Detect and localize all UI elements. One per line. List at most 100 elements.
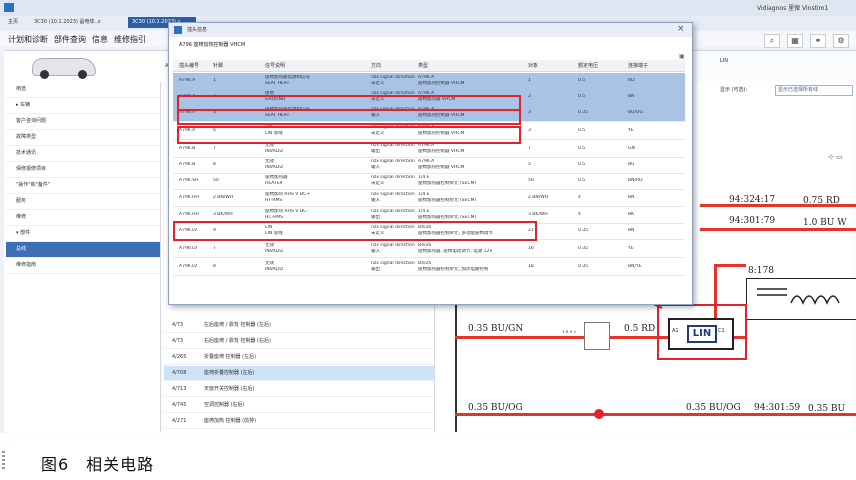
table-cell: 16 — [528, 246, 534, 251]
pin-info-dialog: 插头信息 × A796 座椅加热控制器 VHCM ▣ 插头编号 针脚 信号说明 方向类… — [168, 22, 693, 305]
wire-label: 0.75 RD — [803, 196, 840, 206]
table-cell: BN — [628, 94, 635, 99]
table-row[interactable]: A796.LV 7 无效 INVALID nzx signal direction 输入 B… — [173, 241, 685, 258]
wire-label: 0.35 BU — [808, 404, 846, 414]
right-top-label: LIN — [720, 58, 729, 64]
table-row[interactable]: A796.HH 2 BN/WH 座椅加热 RHS V DC+ HT-RMS nzx si… — [173, 190, 685, 207]
screenshot-area: Vidiagnos 里保 Vinstim1 主页 3C30 (10.1.2023… — [0, 0, 856, 433]
wire-label: 8:178 — [748, 266, 774, 276]
table-cell: 0.5 — [578, 128, 586, 133]
pin-a-label: A1 — [672, 328, 679, 334]
table-row[interactable]: A796.SH 50 座椅加热器 HEATER nzx signal direction… — [173, 173, 685, 190]
list-item[interactable]: 4/708 座椅折叠控制器 (左后) — [164, 366, 434, 381]
column-header[interactable]: 插头编号 — [179, 62, 199, 69]
table-cell: 2 — [528, 94, 531, 99]
column-header[interactable]: 连接端子 — [628, 62, 648, 69]
wire-label: 94:301:59 — [754, 403, 801, 413]
table-cell: 7 — [528, 146, 531, 151]
dialog-subtitle: A796 座椅加热控制器 VHCM — [179, 42, 246, 48]
table-cell: 7 — [213, 246, 216, 251]
wire-label: 94:301:79 — [729, 216, 776, 226]
table-row[interactable]: A796.A 1 座椅加热器电源和信号 SEAT HEAT nzx signal dir… — [173, 73, 685, 90]
table-cell: 未定义 — [371, 81, 385, 86]
table-cell: 50 — [528, 178, 534, 183]
lin-component[interactable]: LIN — [668, 318, 734, 350]
zoom-icon[interactable]: ⊹ ▭ — [828, 153, 843, 161]
table-cell: 输入 — [371, 165, 380, 170]
tab-vehicle[interactable]: 3C30 (10.1.2023) 晶电体..x — [30, 17, 133, 28]
sidebar-item[interactable]: 用途 — [6, 82, 160, 98]
table-cell: 2 BN/WH — [213, 195, 234, 200]
sidebar-item[interactable]: 保修报修项目 — [6, 162, 160, 178]
sidebar-item[interactable]: 维修 — [6, 210, 160, 226]
wire-red — [714, 264, 746, 267]
list-item[interactable]: 4/745 空调控制器 (右后) — [164, 398, 434, 413]
relay-coil — [746, 278, 856, 320]
table-row[interactable]: A796.B 8 无效 INVALID nzx signal direction 输入 A7… — [173, 157, 685, 174]
table-cell: 5 — [528, 162, 531, 167]
list-item[interactable]: 4/73 左后座椅 / 靠背 控制器 (左后) — [164, 318, 434, 333]
window-title: Vidiagnos 里保 Vinstim1 — [757, 5, 829, 12]
column-header[interactable]: 信号说明 — [265, 62, 285, 69]
list-item[interactable]: 4/265 折叠座椅 控制器 (左后) — [164, 350, 434, 365]
menu-parts[interactable]: 部件查询 — [54, 34, 86, 45]
list-item[interactable]: 4/713 天窗开关控制器 (右后) — [164, 382, 434, 397]
list-item[interactable]: 4/73 右后座椅 / 靠背 控制器 (右后) — [164, 334, 434, 349]
grid-icon[interactable]: ▦ — [787, 34, 803, 48]
table-cell: YE — [628, 246, 634, 251]
filter-select[interactable]: 显示已选择所有线 — [775, 85, 853, 96]
table-cell: HEATER — [265, 181, 283, 186]
component-name: 天窗开关控制器 (右后) — [204, 386, 255, 392]
table-cell: BN/RD — [628, 178, 643, 183]
sidebar-item[interactable]: 客户咨询问题 — [6, 114, 160, 130]
sidebar-item[interactable]: ▸ 车辆 — [6, 98, 160, 114]
menu-repair[interactable]: 维修指引 — [114, 34, 146, 45]
sidebar-item[interactable]: ▾ 部件 — [6, 226, 160, 242]
component-id: 4/708 — [172, 370, 187, 376]
table-cell: 输出 — [371, 149, 380, 154]
menu-info[interactable]: 信息 — [92, 34, 108, 45]
table-row[interactable]: A796.LV 8 无效 INVALID nzx signal direction 输出 B… — [173, 259, 685, 276]
table-cell: INVALID — [265, 249, 283, 254]
table-cell: 输入 — [371, 198, 380, 203]
table-cell: SEAT HEAT — [265, 81, 290, 86]
search-icon[interactable]: ⌕ — [764, 34, 780, 48]
column-header[interactable]: 针脚 — [213, 62, 223, 69]
table-cell: A796.B — [179, 162, 196, 167]
wire-label: 0.35 BU/OG — [468, 403, 523, 413]
table-cell: A796.A — [179, 78, 196, 83]
component-name: 座椅折叠控制器 (左后) — [204, 370, 255, 376]
sidebar-item[interactable]: 总线 — [6, 242, 160, 258]
table-cell: BU/OG — [628, 110, 643, 115]
table-cell: 座椅加热控制器 VHCM — [418, 165, 465, 170]
table-cell: A796.SH — [179, 178, 199, 183]
gear-icon[interactable]: ⚙ — [833, 34, 849, 48]
sidebar-item[interactable]: 故障类型 — [6, 130, 160, 146]
highlight-row-2 — [177, 109, 521, 125]
close-icon[interactable]: × — [677, 24, 685, 34]
column-header[interactable]: 类型 — [418, 62, 428, 69]
table-cell: 3 BK/WH — [213, 212, 233, 217]
column-header[interactable]: 对象 — [528, 62, 538, 69]
column-header[interactable]: 额定电压 — [578, 62, 598, 69]
link-icon[interactable]: ⚭ — [810, 34, 826, 48]
component-name: 座椅加热 控制器 (前排) — [204, 418, 257, 424]
menu-diagnosis[interactable]: 计划和诊断 — [8, 34, 48, 45]
table-cell: 4 — [578, 195, 581, 200]
sidebar-item[interactable]: "操作"和"备件" — [6, 178, 160, 194]
wire-label: 1.0 BU W — [803, 218, 847, 228]
wire-red — [700, 228, 856, 231]
wheel-icon — [78, 70, 87, 79]
column-header[interactable]: 方向 — [371, 62, 381, 69]
table-cell: 座椅加热控制器 VHCM — [418, 149, 465, 154]
table-cell: GN — [628, 146, 635, 151]
table-cell: 0.5 — [578, 162, 586, 167]
sidebar-item[interactable]: 服务 — [6, 194, 160, 210]
list-item[interactable]: 4/271 座椅加热 控制器 (前排) — [164, 414, 434, 429]
table-cell: 4 — [578, 212, 581, 217]
table-header: 插头编号 针脚 信号说明 方向 类型 对象 额定电压 连接端子 — [173, 60, 685, 72]
coil-icon — [757, 288, 840, 305]
sidebar-item[interactable]: 维修指南 — [6, 258, 160, 274]
sidebar-item[interactable]: 技术通讯 — [6, 146, 160, 162]
component-id: 4/713 — [172, 386, 187, 392]
